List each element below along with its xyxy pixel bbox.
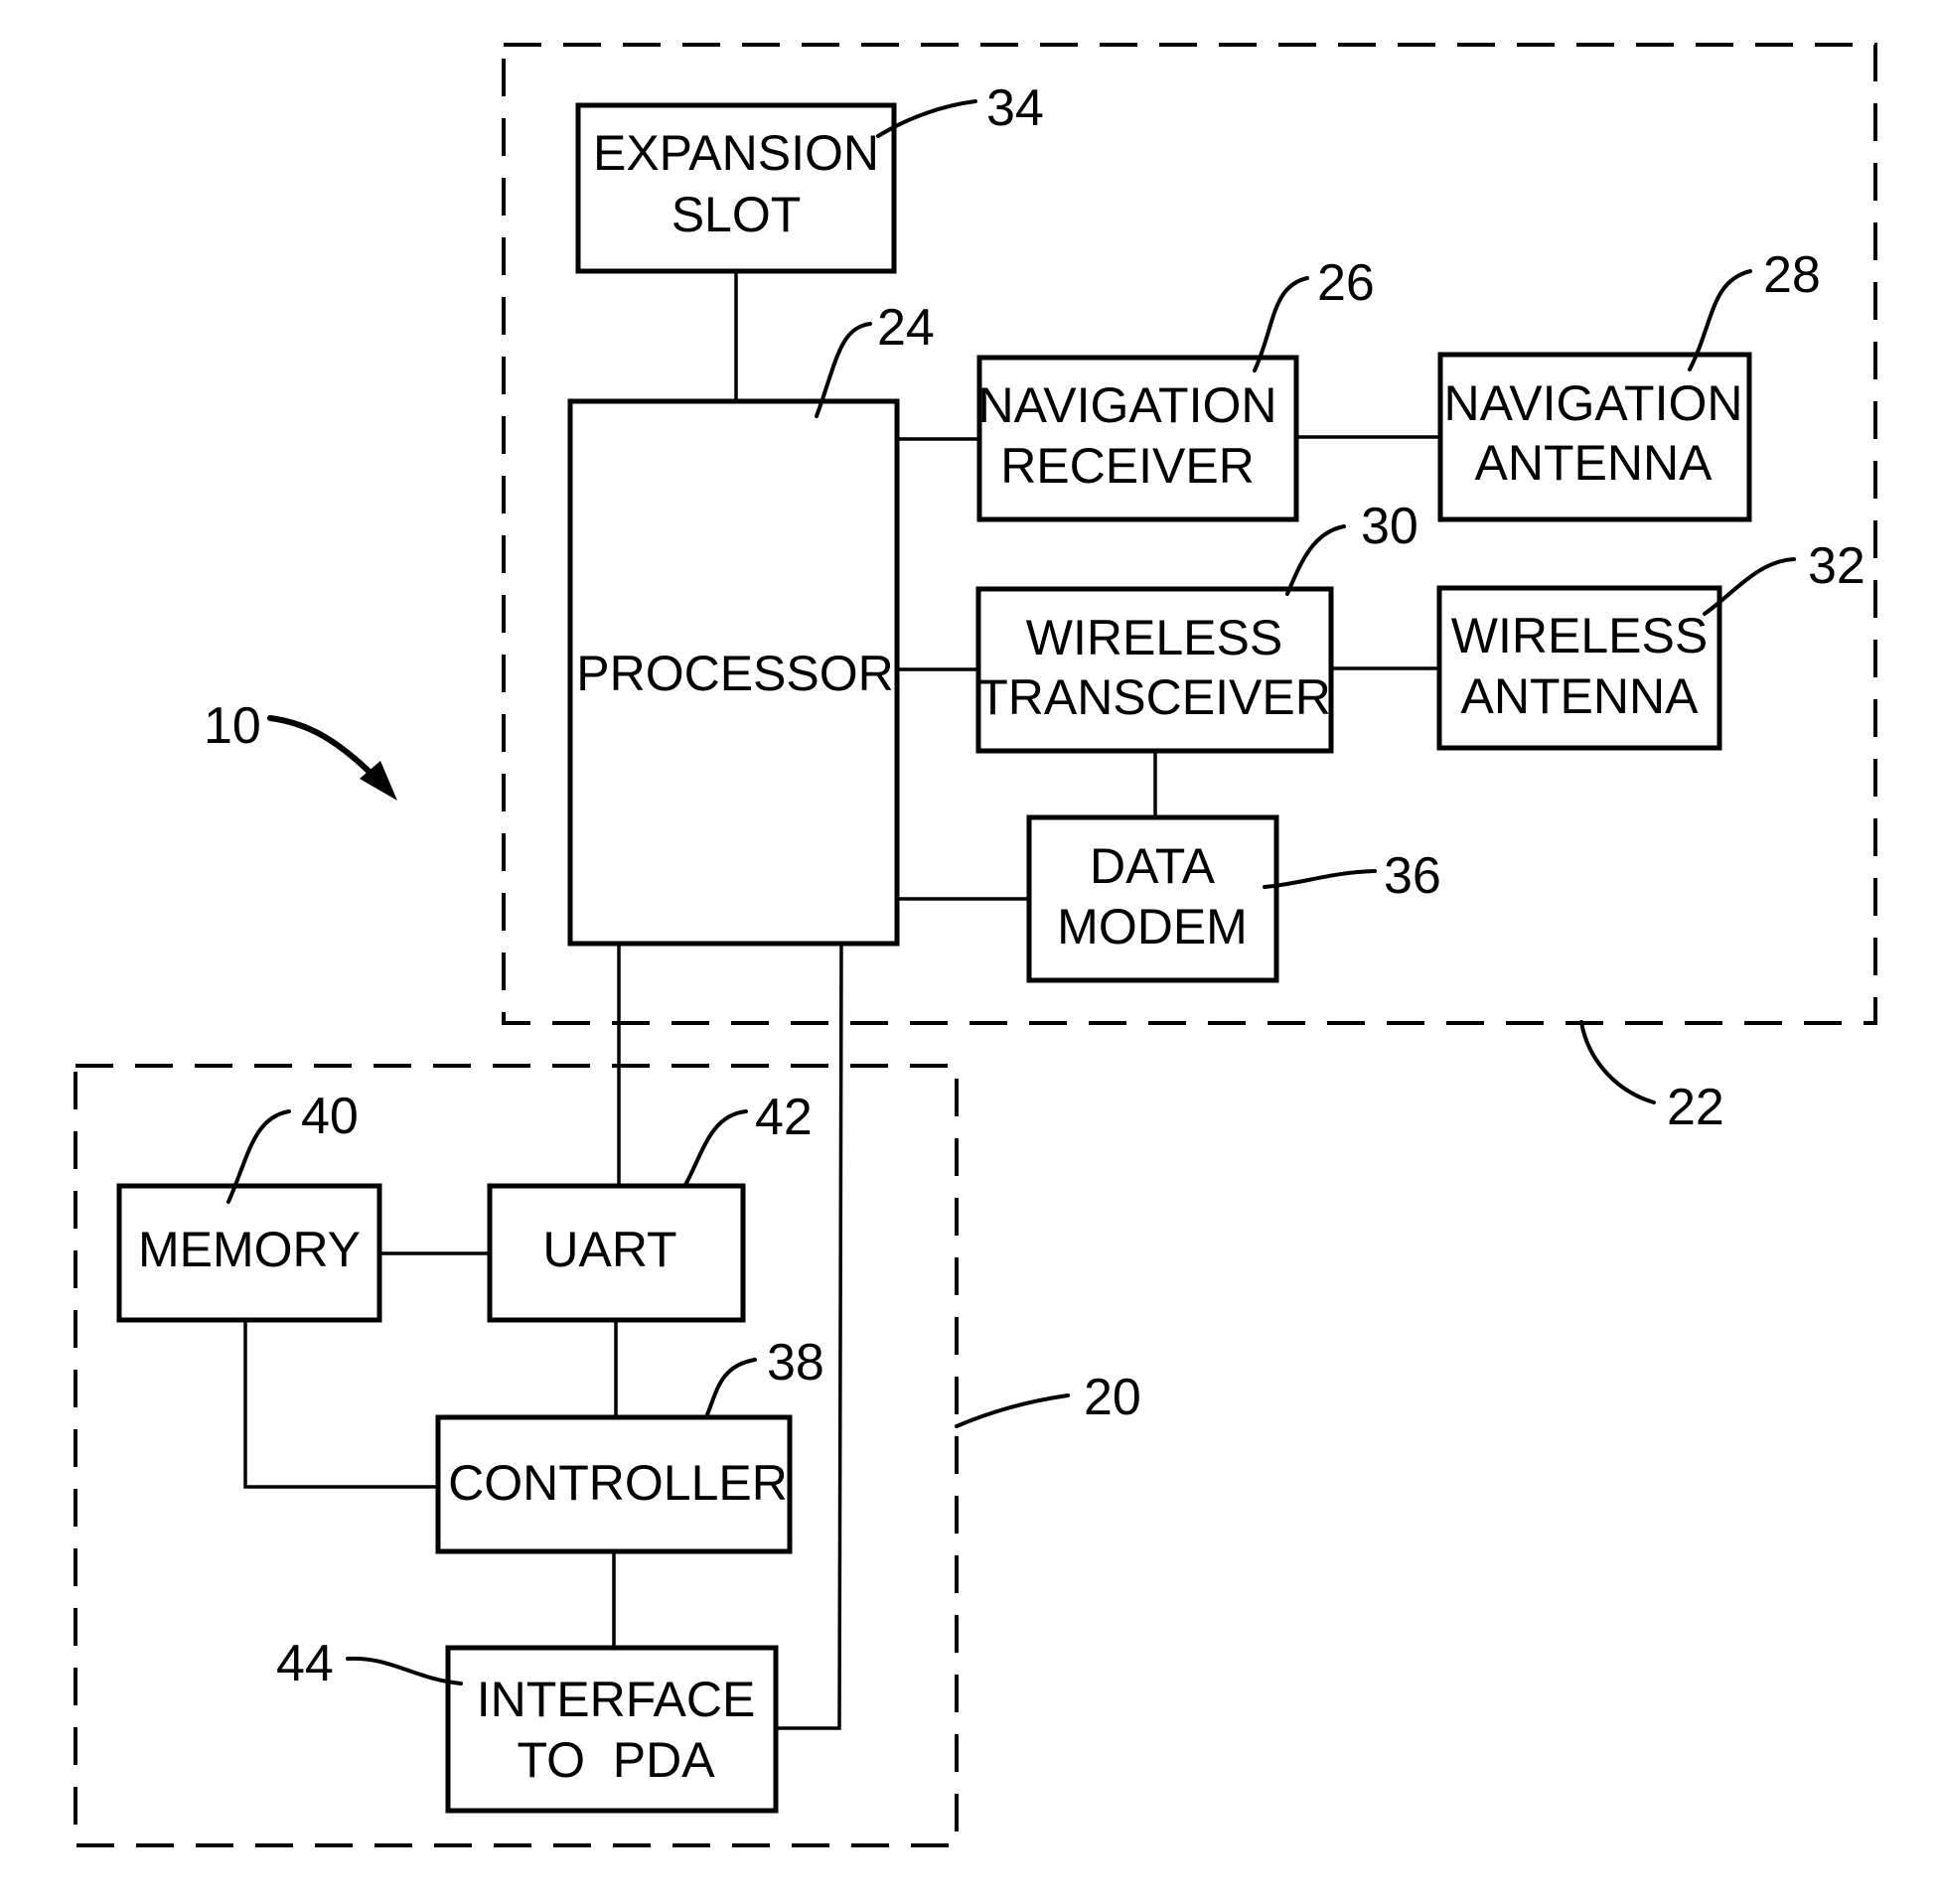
block-label-line: MEMORY xyxy=(138,1222,361,1277)
data-modem-block: DATA MODEM xyxy=(1026,814,1279,983)
ref-label-20: 20 xyxy=(1084,1369,1141,1426)
wire-memory-controller xyxy=(243,1320,438,1489)
processor-block: PROCESSOR xyxy=(567,398,900,947)
block-label-line: NAVIGATION xyxy=(1444,375,1743,431)
block-label-line: ANTENNA xyxy=(1461,668,1700,724)
block-label-line: ANTENNA xyxy=(1475,435,1714,491)
uart-block: UART xyxy=(487,1183,746,1323)
ref-label-26: 26 xyxy=(1317,254,1375,312)
navigation-antenna-block: NAVIGATION ANTENNA xyxy=(1437,352,1752,522)
expansion-slot-block: EXPANSION SLOT xyxy=(575,102,897,274)
interface-to-pda-block: INTERFACE TO PDA xyxy=(445,1645,779,1814)
block-label-line: WIRELESS xyxy=(1451,608,1708,663)
leader-38 xyxy=(704,1358,757,1419)
leader-36 xyxy=(1263,869,1377,889)
block-label-line: NAVIGATION xyxy=(978,377,1277,433)
block-label-line: TRANSCEIVER xyxy=(977,669,1331,725)
block-label-line: UART xyxy=(542,1222,676,1277)
block-label-line: MODEM xyxy=(1057,899,1248,954)
arrow-10-shaft xyxy=(267,715,380,783)
block-diagram: EXPANSION SLOT PROCESSOR NAVIGATION RECE… xyxy=(74,43,1877,1847)
ref-label-42: 42 xyxy=(755,1089,813,1146)
leader-44 xyxy=(346,1656,463,1685)
controller-block: CONTROLLER xyxy=(435,1414,793,1554)
ref-label-36: 36 xyxy=(1384,847,1441,905)
block-label-line: PROCESSOR xyxy=(576,646,894,701)
ref-label-38: 38 xyxy=(767,1334,824,1391)
leader-42 xyxy=(683,1109,748,1187)
block-label-line: WIRELESS xyxy=(1026,610,1282,665)
ref-label-34: 34 xyxy=(986,79,1044,137)
block-label-line: TO PDA xyxy=(517,1732,715,1788)
leader-22 xyxy=(1579,1020,1656,1104)
ref-label-32: 32 xyxy=(1808,537,1865,595)
ref-label-44: 44 xyxy=(276,1635,334,1692)
memory-block: MEMORY xyxy=(116,1183,382,1323)
block-label-line: CONTROLLER xyxy=(448,1455,788,1511)
block-label-line: SLOT xyxy=(671,187,802,242)
leader-20 xyxy=(955,1393,1070,1428)
ref-label-24: 24 xyxy=(877,299,935,357)
block-label-line: EXPANSION xyxy=(593,125,879,181)
navigation-receiver-block: NAVIGATION RECEIVER xyxy=(976,355,1299,522)
ref-label-30: 30 xyxy=(1361,498,1418,555)
wireless-transceiver-block: WIRELESS TRANSCEIVER xyxy=(975,586,1334,754)
ref-label-22: 22 xyxy=(1667,1079,1724,1136)
ref-label-28: 28 xyxy=(1763,246,1821,304)
block-label-line: RECEIVER xyxy=(1000,438,1255,494)
block-label-line: DATA xyxy=(1090,838,1216,894)
ref-label-40: 40 xyxy=(301,1088,359,1145)
ref-label-10: 10 xyxy=(204,697,261,755)
wireless-antenna-block: WIRELESS ANTENNA xyxy=(1436,585,1722,751)
block-label-line: INTERFACE xyxy=(477,1672,756,1727)
leader-30 xyxy=(1285,524,1346,596)
